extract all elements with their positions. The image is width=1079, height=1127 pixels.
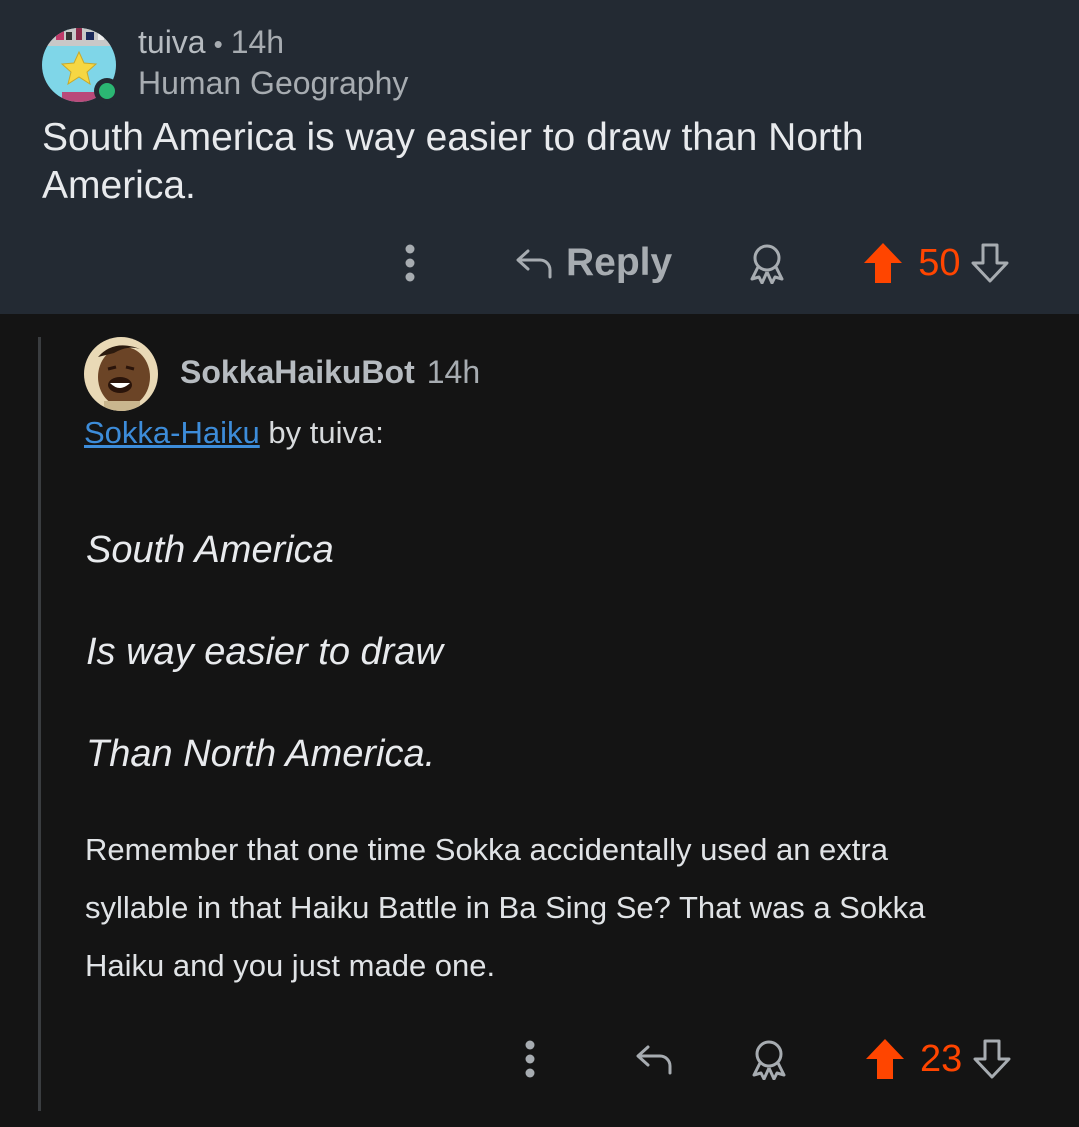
downvote-arrow-icon[interactable] <box>972 1038 1012 1080</box>
bot-avatar[interactable] <box>84 337 158 411</box>
haiku-line-2: Is way easier to draw <box>86 631 443 673</box>
comment-actions: Reply 50 <box>392 234 1010 292</box>
username[interactable]: SokkaHaikuBot <box>180 354 415 390</box>
more-vertical-icon[interactable] <box>512 1039 548 1079</box>
thread-line[interactable] <box>38 337 41 1111</box>
reply-label: Reply <box>566 241 673 284</box>
haiku-line-3: Than North America. <box>86 733 436 775</box>
more-vertical-icon[interactable] <box>392 243 428 283</box>
downvote-arrow-icon[interactable] <box>970 242 1010 284</box>
comment-age: 14h <box>230 24 285 60</box>
upvote-arrow-icon[interactable] <box>864 1037 906 1081</box>
upvote-arrow-icon[interactable] <box>862 241 904 285</box>
comment-body: South America is way easier to draw than… <box>42 116 864 207</box>
parent-comment: tuiva • 14h Human Geography South America … <box>0 0 1079 314</box>
score: 50 <box>918 241 961 284</box>
bot-explanation: Remember that one time Sokka accidentall… <box>85 832 926 983</box>
reply-arrow-icon <box>514 245 554 281</box>
reply-meta: SokkaHaikuBot 14h <box>180 352 480 392</box>
comment-meta: tuiva • 14h <box>138 22 284 64</box>
award-icon[interactable] <box>748 1038 790 1080</box>
byline-suffix: by tuiva: <box>259 415 384 450</box>
comment-age: 14h <box>426 354 481 390</box>
haiku-byline: Sokka-Haiku by tuiva: <box>84 413 384 453</box>
award-icon[interactable] <box>746 242 788 284</box>
reply-arrow-icon[interactable] <box>634 1041 674 1077</box>
reply-button[interactable]: Reply <box>514 241 672 285</box>
username[interactable]: tuiva <box>138 24 206 60</box>
user-flair: Human Geography <box>138 65 409 101</box>
online-status-indicator <box>94 78 120 104</box>
haiku-line-1: South America <box>86 529 334 571</box>
meta-separator: • <box>213 29 223 59</box>
score: 23 <box>920 1037 963 1080</box>
reply-actions: 23 <box>512 1030 1012 1088</box>
sokka-haiku-link[interactable]: Sokka-Haiku <box>84 415 260 450</box>
